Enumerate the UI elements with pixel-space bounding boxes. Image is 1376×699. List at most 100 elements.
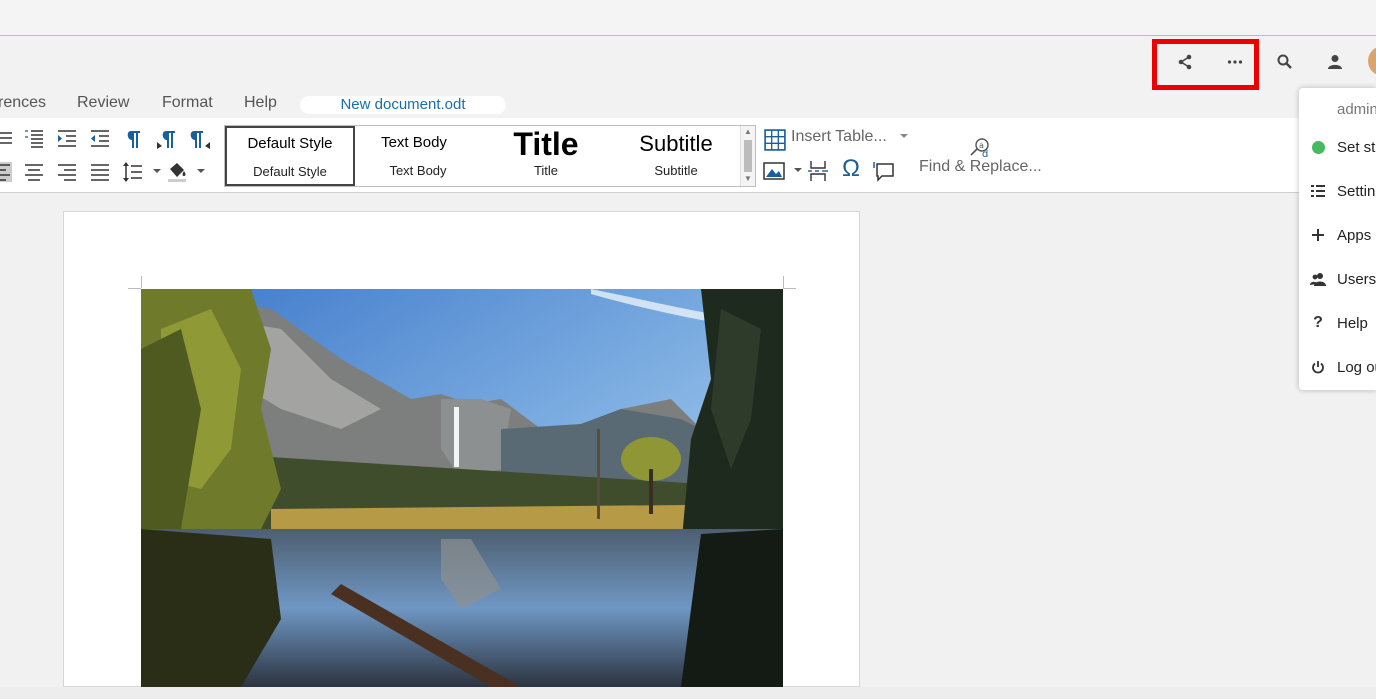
numbered-list-icon (25, 130, 43, 148)
comment-icon (873, 162, 894, 182)
ltr-paragraph-icon (157, 131, 175, 149)
status-strip (0, 687, 1376, 699)
background-color-dropdown[interactable] (190, 161, 205, 183)
menu-item-label: Set status (1337, 139, 1376, 156)
align-center-button[interactable] (23, 161, 45, 183)
align-center-icon (25, 164, 43, 181)
browser-top-strip (0, 0, 1376, 36)
margin-mark (783, 288, 796, 289)
search-icon (1277, 54, 1292, 69)
menu-item-set-status[interactable]: Set status (1299, 133, 1376, 163)
status-dot-icon (1310, 139, 1326, 155)
insert-image-button[interactable] (763, 160, 785, 182)
style-preview: Default Style (247, 135, 333, 152)
style-preview: Text Body (381, 134, 447, 151)
ltr-paragraph-button[interactable] (156, 128, 178, 150)
margin-mark (128, 288, 141, 289)
insert-table-dropdown[interactable] (893, 128, 908, 150)
user-menu-username: admin (1337, 101, 1376, 118)
line-spacing-dropdown[interactable] (146, 161, 161, 183)
landscape-photo-illustration (141, 289, 783, 687)
highlight-annotation-box (1152, 39, 1259, 90)
align-left-button[interactable] (0, 161, 16, 183)
style-text-body[interactable]: Text Body Text Body (355, 126, 481, 186)
chevron-down-icon (153, 169, 161, 173)
style-caption: Title (533, 163, 559, 178)
decrease-indent-icon (91, 130, 109, 147)
style-gallery-scrollbar[interactable]: ▲ ▼ (740, 126, 755, 186)
menu-item-label: Log out (1337, 359, 1376, 376)
menu-item-label: Apps (1337, 227, 1372, 244)
search-button[interactable] (1265, 43, 1305, 81)
line-spacing-button[interactable] (122, 161, 144, 183)
menu-item-apps[interactable]: Apps (1299, 221, 1376, 251)
style-caption: Subtitle (654, 163, 698, 178)
increase-indent-button[interactable] (56, 128, 78, 150)
insert-table-icon[interactable] (764, 129, 786, 151)
decrease-indent-button[interactable] (89, 128, 111, 150)
align-left-icon (0, 162, 12, 182)
chevron-down-icon (794, 168, 802, 172)
svg-text:d: d (982, 149, 988, 158)
paint-bucket-icon (168, 163, 186, 182)
style-preview: Title (513, 126, 579, 162)
menu-item-settings[interactable]: Settings (1299, 177, 1376, 207)
justify-button[interactable] (89, 161, 111, 183)
special-character-button[interactable]: Ω (840, 157, 862, 181)
bullet-list-button[interactable] (0, 128, 16, 150)
menu-format[interactable]: Format (162, 94, 213, 112)
numbered-list-button[interactable] (23, 128, 45, 150)
insert-table-button[interactable]: Insert Table... (791, 128, 887, 146)
contacts-icon (1328, 55, 1342, 69)
scroll-up-icon[interactable]: ▲ (744, 127, 752, 136)
style-caption: Text Body (389, 163, 447, 178)
image-icon (763, 162, 785, 180)
insert-page-break-button[interactable] (807, 160, 829, 182)
menu-help[interactable]: Help (244, 94, 277, 112)
pilcrow-icon (127, 131, 140, 148)
menu-item-label: Help (1337, 315, 1368, 332)
insert-image-dropdown[interactable] (787, 160, 802, 182)
insert-comment-button[interactable] (873, 160, 895, 182)
line-spacing-icon (123, 162, 142, 182)
find-replace-icon[interactable]: ad (969, 136, 991, 160)
plus-icon (1310, 227, 1326, 243)
scroll-down-icon[interactable]: ▼ (744, 174, 752, 183)
menu-item-label: Users (1337, 271, 1376, 288)
landscape-image[interactable] (141, 289, 783, 687)
rtl-paragraph-button[interactable] (189, 128, 211, 150)
menu-item-label: Settings (1337, 183, 1376, 200)
page-break-icon (808, 161, 828, 181)
style-subtitle[interactable]: Subtitle Subtitle (611, 126, 741, 186)
margin-mark (783, 276, 784, 288)
menu-item-users[interactable]: Users (1299, 265, 1376, 295)
style-default[interactable]: Default Style Default Style (225, 126, 355, 186)
style-caption: Default Style (253, 164, 327, 179)
scroll-thumb[interactable] (744, 140, 752, 172)
paragraph-style-gallery: Default Style Default Style Text Body Te… (224, 125, 756, 187)
rtl-paragraph-icon (190, 131, 210, 149)
user-menu: admin Set status Settings Apps Users ? H… (1299, 88, 1376, 390)
contacts-button[interactable] (1315, 43, 1355, 81)
menu-item-logout[interactable]: Log out (1299, 353, 1376, 383)
chevron-down-icon (197, 169, 205, 173)
formatting-marks-button[interactable] (122, 128, 144, 150)
align-right-icon (58, 164, 76, 181)
menu-references[interactable]: rences (0, 94, 46, 112)
settings-list-icon (1310, 183, 1326, 199)
users-icon (1310, 271, 1326, 287)
background-color-button[interactable] (166, 161, 188, 183)
menu-review[interactable]: Review (77, 94, 129, 112)
margin-mark (141, 276, 142, 288)
increase-indent-icon (58, 130, 76, 147)
align-right-button[interactable] (56, 161, 78, 183)
style-title[interactable]: Title Title (481, 126, 611, 186)
justify-icon (91, 164, 109, 181)
style-preview: Subtitle (639, 131, 713, 156)
document-name-field[interactable]: New document.odt (300, 96, 506, 114)
bullet-list-icon (0, 132, 12, 144)
menu-item-help[interactable]: ? Help (1299, 309, 1376, 339)
chevron-down-icon (900, 134, 908, 138)
help-icon: ? (1313, 314, 1323, 331)
find-replace-button[interactable]: Find & Replace... (919, 158, 1042, 176)
